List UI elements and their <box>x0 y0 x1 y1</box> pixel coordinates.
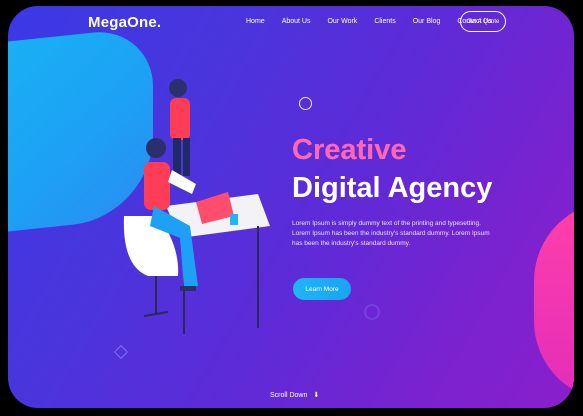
diamond-decoration <box>113 344 129 360</box>
shoe <box>180 286 196 291</box>
hero-description: Lorem Ipsum is simply dummy text of the … <box>292 220 490 247</box>
pink-blob-decoration <box>534 201 574 401</box>
seated-person-body <box>144 162 170 210</box>
standing-person-head <box>169 79 187 97</box>
cup-icon <box>230 214 238 225</box>
nav-our-blog[interactable]: Our Blog <box>413 18 441 25</box>
brand-logo[interactable]: MegaOne. <box>88 14 161 31</box>
learn-more-button[interactable]: Learn More <box>293 278 351 300</box>
paper-icon <box>168 170 196 194</box>
hero-title-creative: Creative <box>292 134 407 166</box>
get-a-quote-button[interactable]: Get A Quote <box>460 11 506 32</box>
hero-title-digital-agency: Digital Agency <box>292 172 493 204</box>
scroll-down-label: Scroll Down <box>270 391 308 399</box>
nav-our-work[interactable]: Our Work <box>327 18 357 25</box>
seated-person-head <box>146 138 166 158</box>
nav-about-us[interactable]: About Us <box>282 18 311 25</box>
arrow-down-icon: ⬇ <box>313 392 320 399</box>
standing-person-leg-2 <box>183 138 190 176</box>
scroll-down-link[interactable]: Scroll Down ⬇ <box>270 391 320 400</box>
standing-person-body <box>170 98 190 140</box>
circle-decoration <box>299 97 312 110</box>
nav-home[interactable]: Home <box>246 18 265 25</box>
ring-decoration <box>364 304 380 320</box>
nav-clients[interactable]: Clients <box>374 18 395 25</box>
hero-illustration <box>123 79 270 334</box>
browser-viewport: MegaOne. Home About Us Our Work Clients … <box>8 6 574 408</box>
